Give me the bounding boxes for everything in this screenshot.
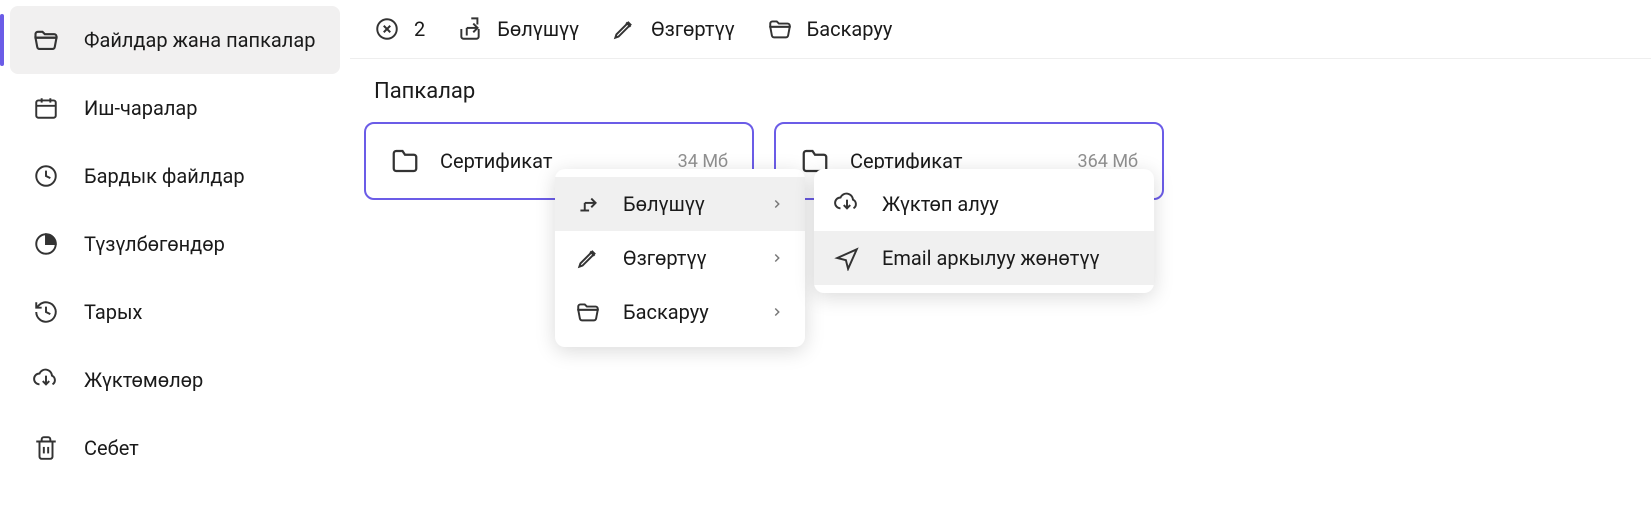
sidebar-item-events[interactable]: Иш-чаралар <box>0 74 350 142</box>
toolbar-edit[interactable]: Өзгөртүү <box>611 16 735 42</box>
toolbar-manage[interactable]: Баскаруу <box>767 16 893 42</box>
context-menu-edit[interactable]: Өзгөртүү <box>555 231 805 285</box>
folder-open-icon <box>32 26 60 54</box>
toolbar-label: Бөлүшүү <box>497 17 579 41</box>
submenu-label: Email аркылуу жөнөтүү <box>882 246 1134 270</box>
pencil-icon <box>575 245 601 271</box>
sidebar: Файлдар жана папкалар Иш-чаралар Бардык … <box>0 0 350 526</box>
submenu-label: Жүктөп алуу <box>882 192 1134 216</box>
sidebar-item-label: Файлдар жана папкалар <box>84 27 315 53</box>
selection-count: 2 <box>414 17 425 41</box>
pencil-icon <box>611 16 637 42</box>
context-menu-share[interactable]: Бөлүшүү <box>555 177 805 231</box>
chevron-right-icon <box>769 304 785 320</box>
sidebar-item-all-files[interactable]: Бардык файлдар <box>0 142 350 210</box>
calendar-icon <box>32 94 60 122</box>
context-menu-manage[interactable]: Баскаруу <box>555 285 805 339</box>
sidebar-item-label: Жүктөмөлөр <box>84 367 203 393</box>
pie-icon <box>32 230 60 258</box>
sidebar-item-downloads[interactable]: Жүктөмөлөр <box>0 346 350 414</box>
sidebar-item-history[interactable]: Тарых <box>0 278 350 346</box>
close-circle-icon <box>374 16 400 42</box>
download-cloud-icon <box>32 366 60 394</box>
context-menu: Бөлүшүү Өзгөртүү <box>555 169 805 347</box>
sidebar-item-label: Иш-чаралар <box>84 95 198 121</box>
share-icon <box>575 191 601 217</box>
toolbar: 2 Бөлүшүү Өзгөртүү <box>350 0 1651 59</box>
sidebar-item-label: Себет <box>84 435 139 461</box>
toolbar-label: Баскаруу <box>807 17 893 41</box>
context-menu-label: Бөлүшүү <box>623 192 747 216</box>
context-menu-label: Баскаруу <box>623 300 747 324</box>
sidebar-item-files-folders[interactable]: Файлдар жана папкалар <box>10 6 340 74</box>
history-icon <box>32 298 60 326</box>
folder-open-icon <box>575 299 601 325</box>
share-icon <box>457 16 483 42</box>
chevron-right-icon <box>769 250 785 266</box>
submenu-download[interactable]: Жүктөп алуу <box>814 177 1154 231</box>
clock-icon <box>32 162 60 190</box>
selection-clear[interactable]: 2 <box>374 16 425 42</box>
sidebar-item-label: Түзүлбөгөндөр <box>84 231 225 257</box>
download-cloud-icon <box>834 191 860 217</box>
sidebar-item-label: Тарых <box>84 299 142 325</box>
main-content: 2 Бөлүшүү Өзгөртүү <box>350 0 1651 526</box>
folder-open-icon <box>767 16 793 42</box>
send-icon <box>834 245 860 271</box>
content-area: Папкалар Сертификат 34 Мб Сертификат <box>350 59 1651 220</box>
trash-icon <box>32 434 60 462</box>
submenu-email[interactable]: Email аркылуу жөнөтүү <box>814 231 1154 285</box>
sidebar-item-label: Бардык файлдар <box>84 163 245 189</box>
sidebar-item-trash[interactable]: Себет <box>0 414 350 482</box>
sidebar-item-unorganized[interactable]: Түзүлбөгөндөр <box>0 210 350 278</box>
context-menu-label: Өзгөртүү <box>623 246 747 270</box>
toolbar-label: Өзгөртүү <box>651 17 735 41</box>
toolbar-share[interactable]: Бөлүшүү <box>457 16 579 42</box>
chevron-right-icon <box>769 196 785 212</box>
submenu: Жүктөп алуу Email аркылуу жөнөтүү <box>814 169 1154 293</box>
section-title: Папкалар <box>374 79 1637 104</box>
folder-icon <box>390 146 420 176</box>
